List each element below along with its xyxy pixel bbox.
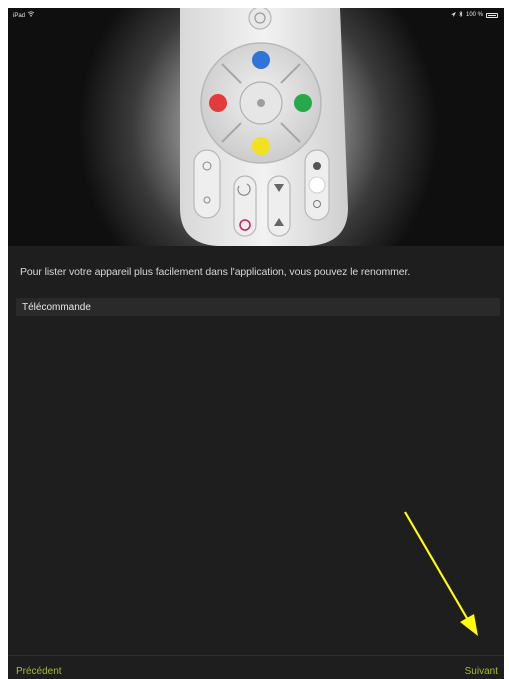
green-button [294, 94, 312, 112]
device-label: iPad [13, 13, 26, 19]
next-button[interactable]: Suivant [465, 666, 498, 677]
app-screen: iPad 100 % Pour lister votre appareil pl… [8, 8, 504, 679]
battery-icon [486, 12, 498, 18]
yellow-button [252, 137, 270, 155]
rename-instruction: Pour lister votre appareil plus facileme… [20, 266, 411, 278]
status-right: 100 % [450, 10, 498, 19]
location-arrow-icon [450, 11, 456, 19]
bluetooth-icon [459, 10, 463, 19]
wifi-icon [27, 11, 35, 19]
previous-button[interactable]: Précédent [16, 666, 62, 677]
remote-control-image [8, 8, 504, 246]
bottom-navigation: Précédent Suivant [8, 655, 504, 679]
battery-percent: 100 % [465, 12, 483, 18]
blue-button [252, 51, 270, 69]
red-button [209, 94, 227, 112]
device-name-field[interactable] [16, 298, 500, 316]
status-left: iPad [13, 11, 35, 19]
status-bar: iPad 100 % [8, 8, 504, 22]
